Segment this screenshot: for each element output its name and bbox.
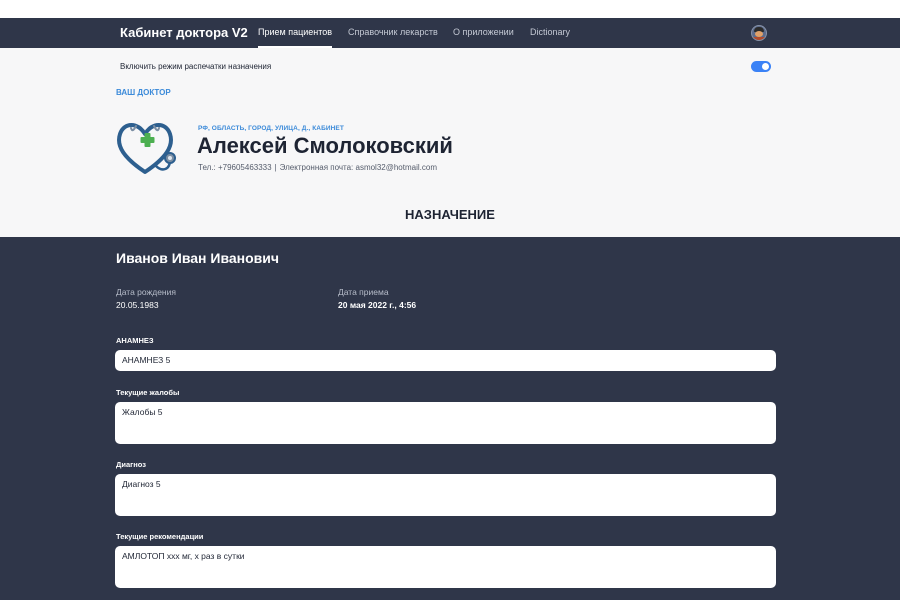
top-gap: [0, 0, 900, 18]
toggle-knob: [762, 63, 769, 70]
top-navbar: Кабинет доктора V2 Прием пациентов Справ…: [0, 18, 900, 48]
doctor-email: Электронная почта: asmol32@hotmail.com: [279, 163, 437, 172]
doctor-address: РФ, ОБЛАСТЬ, ГОРОД, УЛИЦА, Д., КАБИНЕТ: [198, 125, 344, 132]
doctor-contacts: Тел.: +79605463333 | Электронная почта: as…: [198, 163, 437, 172]
anamnesis-input[interactable]: АНАМНЕЗ 5: [115, 350, 776, 371]
birth-date-value: 20.05.1983: [116, 300, 159, 310]
print-mode-toggle[interactable]: [751, 61, 771, 72]
stethoscope-heart-logo: [117, 123, 176, 174]
complaints-label: Текущие жалобы: [116, 388, 180, 397]
print-mode-label: Включить режим распечатки назначения: [120, 62, 272, 71]
birth-date-label: Дата рождения: [116, 287, 176, 297]
diagnosis-label: Диагноз: [116, 460, 146, 469]
nav-link-drugs[interactable]: Справочник лекарств: [348, 27, 438, 37]
nav-link-dictionary[interactable]: Dictionary: [530, 27, 570, 37]
nav-link-about[interactable]: О приложении: [453, 27, 514, 37]
nav-link-patients[interactable]: Прием пациентов: [258, 27, 333, 48]
doctor-phone: Тел.: +79605463333: [198, 163, 272, 172]
visit-date-value: 20 мая 2022 г., 4:56: [338, 300, 417, 310]
patient-section: Иванов Иван Иванович Дата рождения 20.05…: [0, 237, 900, 600]
anamnesis-label: АНАМНЕЗ: [116, 336, 154, 345]
contacts-separator: |: [274, 163, 277, 172]
visit-date-label: Дата приема: [338, 287, 389, 297]
patient-name: Иванов Иван Иванович: [116, 250, 280, 266]
recommendations-textarea[interactable]: АМЛОТОП ххх мг, х раз в сутки: [115, 546, 776, 588]
prescription-title: НАЗНАЧЕНИЕ: [405, 207, 495, 222]
complaints-textarea[interactable]: Жалобы 5: [115, 402, 776, 444]
diagnosis-textarea[interactable]: Диагноз 5: [115, 474, 776, 516]
doctor-section: Включить режим распечатки назначения ВАШ…: [0, 48, 900, 237]
doctor-name: Алексей Смолоковский: [197, 133, 453, 158]
user-avatar[interactable]: [751, 25, 767, 41]
your-doctor-link[interactable]: ВАШ ДОКТОР: [116, 88, 171, 97]
app-brand[interactable]: Кабинет доктора V2: [120, 25, 248, 40]
recommendations-label: Текущие рекомендации: [116, 532, 204, 541]
